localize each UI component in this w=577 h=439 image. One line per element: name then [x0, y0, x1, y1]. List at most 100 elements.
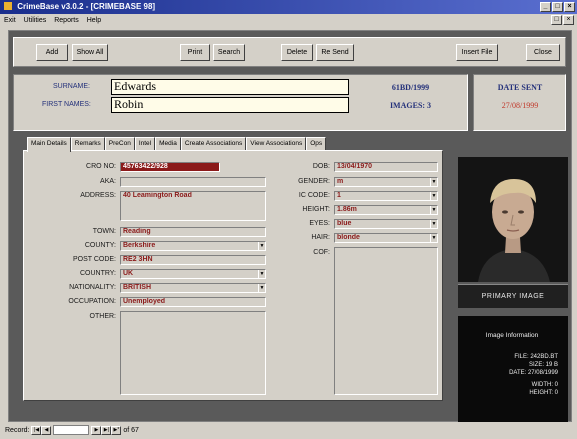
county-value: Berkshire — [123, 242, 156, 249]
close-button[interactable]: Close — [526, 44, 560, 61]
gender-label: GENDER: — [298, 178, 330, 185]
last-record-icon[interactable]: ▶| — [101, 425, 112, 435]
minimize-button[interactable]: _ — [540, 2, 551, 12]
first-record-icon[interactable]: |◀ — [31, 425, 42, 435]
first-names-label: FIRST NAMES: — [42, 101, 91, 108]
chevron-down-icon[interactable]: ▼ — [430, 206, 437, 214]
date-sent-label: DATE SENT — [497, 83, 543, 92]
post-code-field[interactable]: RE2 3HN — [120, 255, 266, 265]
image-size: SIZE: 19 B — [528, 362, 558, 368]
tab-remarks[interactable]: Remarks — [70, 137, 105, 151]
gender-select[interactable]: m ▼ — [334, 177, 438, 187]
aka-label: AKA: — [100, 178, 116, 185]
ic-code-select[interactable]: 1 ▼ — [334, 191, 438, 201]
app-icon — [4, 2, 12, 10]
record-navigator: Record: |◀ ◀ ▶ ▶| ▶* of 67 — [0, 422, 577, 439]
post-code-label: POST CODE: — [72, 256, 116, 263]
record-header: SURNAME: Edwards FIRST NAMES: Robin 61BD… — [13, 74, 566, 132]
add-button[interactable]: Add — [36, 44, 68, 61]
show-all-button[interactable]: Show All — [72, 44, 108, 61]
nationality-select[interactable]: BRITISH ▼ — [120, 283, 266, 293]
chevron-down-icon[interactable]: ▼ — [430, 178, 437, 186]
country-select[interactable]: UK ▼ — [120, 269, 266, 279]
new-record-icon[interactable]: ▶* — [111, 425, 122, 435]
eyes-label: EYES: — [309, 220, 330, 227]
eyes-value: blue — [337, 220, 352, 227]
toolbar: Add Show All Print Search Delete Re Send… — [13, 37, 566, 67]
tab-media[interactable]: Media — [155, 137, 181, 151]
case-reference: 61BD/1999 — [391, 83, 430, 92]
height-label: HEIGHT: — [302, 206, 330, 213]
chevron-down-icon[interactable]: ▼ — [430, 220, 437, 228]
primary-image-label: PRIMARY IMAGE — [458, 284, 568, 308]
tab-ops[interactable]: Ops — [306, 137, 327, 151]
image-date: DATE: 27/08/1999 — [509, 370, 558, 376]
address-label: ADDRESS: — [80, 192, 116, 199]
nationality-value: BRITISH — [123, 284, 151, 291]
image-height: HEIGHT: 0 — [529, 390, 558, 396]
print-button[interactable]: Print — [180, 44, 210, 61]
next-record-icon[interactable]: ▶ — [91, 425, 102, 435]
delete-button[interactable]: Delete — [281, 44, 313, 61]
chevron-down-icon[interactable]: ▼ — [430, 192, 437, 200]
chevron-down-icon[interactable]: ▼ — [258, 284, 265, 292]
menu-utilities[interactable]: Utilities — [24, 14, 47, 28]
tab-intel[interactable]: Intel — [134, 137, 156, 151]
menu-exit[interactable]: Exit — [4, 14, 16, 28]
tab-main-details[interactable]: Main Details — [27, 137, 71, 152]
ic-code-value: 1 — [337, 192, 341, 199]
town-label: TOWN: — [92, 228, 116, 235]
dob-field[interactable]: 13/04/1970 — [334, 162, 438, 172]
county-select[interactable]: Berkshire ▼ — [120, 241, 266, 251]
insert-file-button[interactable]: Insert File — [456, 44, 498, 61]
image-info-title: Image Information — [485, 332, 539, 339]
chevron-down-icon[interactable]: ▼ — [258, 242, 265, 250]
image-information-panel: Image Information FILE: 242BD.BT SIZE: 1… — [458, 316, 568, 434]
menu-bar: Exit Utilities Reports Help □ × — [0, 14, 577, 28]
resend-button[interactable]: Re Send — [316, 44, 354, 61]
occupation-label: OCCUPATION: — [68, 298, 116, 305]
maximize-button[interactable]: □ — [552, 2, 563, 12]
image-count: IMAGES: 3 — [389, 101, 432, 110]
chevron-down-icon[interactable]: ▼ — [258, 270, 265, 278]
surname-field[interactable]: Edwards — [111, 79, 349, 95]
record-label: Record: — [5, 427, 30, 434]
country-value: UK — [123, 270, 134, 277]
cro-no-label: CRO NO: — [86, 163, 116, 170]
previous-record-icon[interactable]: ◀ — [41, 425, 52, 435]
chevron-down-icon[interactable]: ▼ — [430, 234, 437, 242]
hair-select[interactable]: blonde ▼ — [334, 233, 438, 243]
search-button[interactable]: Search — [213, 44, 245, 61]
ic-code-label: IC CODE: — [298, 192, 330, 199]
record-number-input[interactable] — [53, 425, 90, 436]
aka-field[interactable] — [120, 177, 266, 187]
tab-precon[interactable]: PreCon — [104, 137, 135, 151]
cof-field[interactable] — [334, 247, 438, 395]
tab-view-associations[interactable]: View Associations — [246, 137, 307, 151]
nationality-label: NATIONALITY: — [69, 284, 116, 291]
other-label: OTHER: — [89, 313, 116, 320]
primary-photo[interactable] — [458, 157, 568, 282]
height-select[interactable]: 1.86m ▼ — [334, 205, 438, 215]
child-restore-button[interactable]: □ — [551, 15, 562, 25]
close-window-button[interactable]: × — [564, 2, 575, 12]
first-names-field[interactable]: Robin — [111, 97, 349, 113]
menu-help[interactable]: Help — [87, 14, 101, 28]
address-field[interactable]: 40 Leamington Road — [120, 191, 266, 221]
town-field[interactable]: Reading — [120, 227, 266, 237]
dob-label: DOB: — [312, 163, 330, 170]
record-total: of 67 — [123, 427, 139, 434]
height-value: 1.86m — [337, 206, 357, 213]
occupation-field[interactable]: Unemployed — [120, 297, 266, 307]
tab-create-associations[interactable]: Create Associations — [180, 137, 247, 151]
menu-reports[interactable]: Reports — [54, 14, 79, 28]
cro-no-field[interactable]: 45763422/928 — [120, 162, 220, 172]
date-sent-value: 27/08/1999 — [501, 101, 539, 110]
cof-label: COF: — [313, 249, 330, 256]
eyes-select[interactable]: blue ▼ — [334, 219, 438, 229]
child-close-button[interactable]: × — [563, 15, 574, 25]
country-label: COUNTRY: — [79, 270, 116, 277]
hair-label: HAIR: — [311, 234, 330, 241]
hair-value: blonde — [337, 234, 360, 241]
other-field[interactable] — [120, 311, 266, 395]
